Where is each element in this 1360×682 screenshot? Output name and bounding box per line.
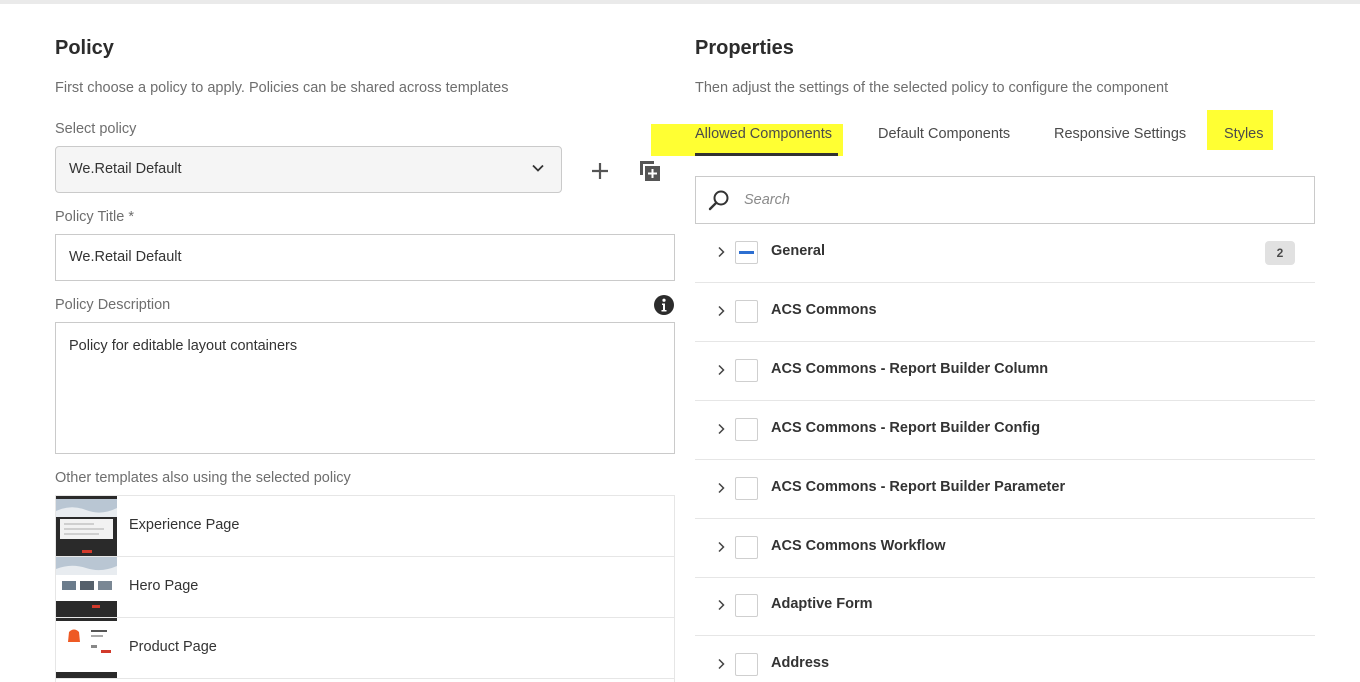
component-group-report-builder-parameter[interactable]: ACS Commons - Report Builder Parameter (695, 460, 1315, 519)
tab-label: Responsive Settings (1054, 126, 1187, 142)
tab-label: Allowed Components (695, 126, 833, 142)
group-name: General (771, 243, 825, 259)
search-placeholder: Search (744, 192, 790, 208)
policy-heading: Policy (55, 37, 114, 59)
policy-select[interactable]: We.Retail Default (55, 146, 562, 193)
list-item[interactable]: Hero Page (56, 557, 674, 618)
policy-title-label: Policy Title * (55, 209, 134, 225)
component-group-report-builder-config[interactable]: ACS Commons - Report Builder Config (695, 401, 1315, 460)
chevron-down-icon (532, 164, 544, 172)
group-checkbox[interactable] (735, 653, 758, 676)
template-thumbnail (56, 496, 117, 556)
list-item[interactable]: Experience Page (56, 496, 674, 557)
component-group-address[interactable]: Address (695, 636, 1315, 682)
tab-label: Styles (1224, 126, 1264, 142)
plus-icon[interactable] (586, 157, 614, 185)
group-checkbox[interactable] (735, 594, 758, 617)
policy-description-field[interactable]: Policy for editable layout containers (55, 322, 675, 454)
group-name: ACS Commons (771, 302, 877, 318)
chevron-right-icon[interactable] (715, 305, 727, 317)
chevron-right-icon[interactable] (715, 423, 727, 435)
tab-allowed-components[interactable]: Allowed Components (651, 124, 843, 156)
template-name: Experience Page (129, 517, 240, 533)
chevron-right-icon[interactable] (715, 246, 727, 258)
search-field[interactable]: Search (695, 176, 1315, 224)
policy-title-field[interactable]: We.Retail Default (55, 234, 675, 281)
selected-tab-indicator (695, 153, 838, 156)
component-group-adaptive-form[interactable]: Adaptive Form (695, 577, 1315, 636)
policy-description-value: Policy for editable layout containers (69, 338, 298, 354)
templates-list: Experience Page Hero Page Product Page (55, 495, 675, 682)
chevron-right-icon[interactable] (715, 599, 727, 611)
other-templates-label: Other templates also using the selected … (55, 470, 351, 486)
chevron-right-icon[interactable] (715, 541, 727, 553)
list-item[interactable]: Product Page (56, 618, 674, 679)
properties-panel: Properties Then adjust the settings of t… (651, 0, 1315, 682)
chevron-right-icon[interactable] (715, 364, 727, 376)
component-group-general[interactable]: General 2 (695, 224, 1315, 283)
group-name: Address (771, 655, 830, 671)
policy-title-value: We.Retail Default (69, 249, 182, 265)
group-name: ACS Commons Workflow (771, 538, 946, 554)
tab-label: Default Components (878, 126, 1011, 142)
search-icon (708, 190, 729, 211)
policy-description-label: Policy Description (55, 297, 171, 313)
properties-heading: Properties (695, 37, 794, 59)
group-checkbox[interactable] (735, 300, 758, 323)
component-group-report-builder-column[interactable]: ACS Commons - Report Builder Column (695, 342, 1315, 401)
group-checkbox[interactable] (735, 536, 758, 559)
tab-responsive-settings[interactable]: Responsive Settings (1054, 124, 1186, 156)
group-name: ACS Commons - Report Builder Config (771, 420, 1041, 436)
properties-description-text: Then adjust the settings of the selected… (695, 80, 1169, 96)
group-checkbox[interactable] (735, 418, 758, 441)
template-thumbnail (56, 618, 117, 678)
count-badge: 2 (1265, 241, 1295, 265)
group-name: Adaptive Form (771, 596, 873, 612)
group-checkbox[interactable] (735, 477, 758, 500)
template-name: Product Page (129, 639, 217, 655)
policy-panel: Policy First choose a policy to apply. P… (55, 0, 675, 682)
policy-select-value: We.Retail Default (69, 161, 182, 177)
chevron-right-icon[interactable] (715, 658, 727, 670)
indeterminate-mark (739, 251, 754, 254)
tab-default-components[interactable]: Default Components (878, 124, 1010, 156)
group-checkbox[interactable] (735, 241, 758, 264)
select-policy-label: Select policy (55, 121, 137, 137)
tab-styles[interactable]: Styles (1207, 110, 1273, 150)
info-icon[interactable] (653, 294, 675, 316)
component-group-acs-commons-workflow[interactable]: ACS Commons Workflow (695, 519, 1315, 578)
group-checkbox[interactable] (735, 359, 758, 382)
template-name: Hero Page (129, 578, 199, 594)
component-group-acs-commons[interactable]: ACS Commons (695, 283, 1315, 342)
group-name: ACS Commons - Report Builder Parameter (771, 479, 1066, 495)
group-name: ACS Commons - Report Builder Column (771, 361, 1049, 377)
template-thumbnail (56, 557, 117, 617)
duplicate-icon[interactable] (636, 157, 664, 185)
chevron-right-icon[interactable] (715, 482, 727, 494)
policy-description-text: First choose a policy to apply. Policies… (55, 80, 509, 96)
